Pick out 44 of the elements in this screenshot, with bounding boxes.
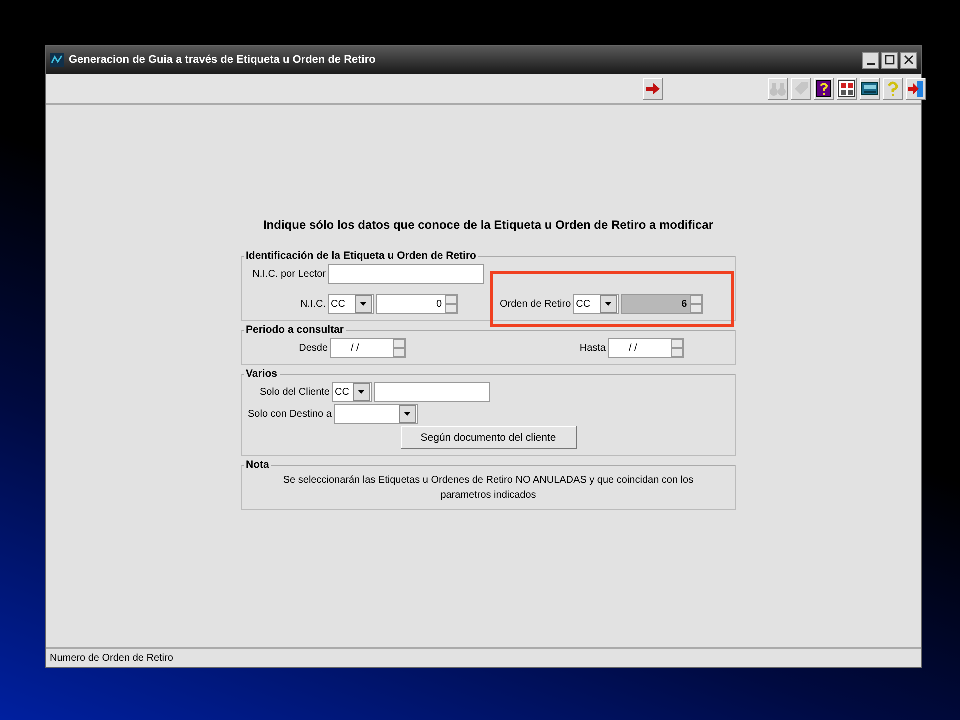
caret-icon — [404, 412, 411, 416]
number-spinner[interactable]: 0 — [376, 294, 458, 314]
maximize-button[interactable] — [881, 52, 898, 68]
field-label: Hasta — [580, 342, 606, 354]
exit-door-icon — [907, 80, 925, 98]
field-label: Solo con Destino a — [248, 408, 332, 420]
input-field[interactable] — [328, 264, 484, 284]
close-button[interactable] — [900, 52, 917, 68]
group-legend: Nota — [244, 459, 272, 471]
group-legend: Periodo a consultar — [244, 324, 346, 336]
client-document-button[interactable]: Según documento del cliente — [400, 426, 576, 449]
caret-icon — [360, 302, 367, 306]
date-spinner[interactable]: / / — [330, 338, 406, 358]
input-field[interactable] — [374, 382, 490, 402]
group-legend: Varios — [244, 368, 280, 380]
date-spinner[interactable]: / / — [608, 338, 684, 358]
field-label: N.I.C. por Lector — [252, 268, 326, 280]
group-legend: Identificación de la Etiqueta u Orden de Retiro — [244, 250, 478, 262]
grid-button[interactable] — [837, 78, 857, 100]
app-icon — [50, 53, 64, 67]
field-label: N.I.C. — [299, 298, 326, 310]
minimize-button[interactable] — [862, 52, 879, 68]
exit-button[interactable] — [906, 78, 926, 100]
caret-icon — [605, 302, 612, 306]
window-title: Generacion de Guia a través de Etiqueta u Orden de Retiro — [69, 54, 376, 66]
dropdown[interactable]: CC — [328, 294, 374, 314]
close-icon — [904, 55, 914, 65]
field-label: Solo del Cliente — [258, 386, 330, 398]
next-button[interactable] — [643, 78, 663, 100]
calculator-button[interactable] — [860, 78, 880, 100]
status-text: Numero de Orden de Retiro — [50, 652, 174, 664]
help-icon — [815, 80, 833, 98]
form-heading: Indique sólo los datos que conoce de la Etiqueta u Orden de Retiro a modificar — [262, 218, 715, 232]
note-text: Se seleccionarán las Etiquetas u Ordenes de Retiro NO ANULADAS y que coincidan con los parametros indicados — [282, 474, 695, 503]
grid-icon — [838, 80, 856, 98]
calculator-icon — [861, 80, 879, 98]
dropdown[interactable]: CC — [332, 382, 372, 402]
field-label: Desde — [298, 342, 328, 354]
help-box-button[interactable] — [814, 78, 834, 100]
minimize-icon — [866, 62, 874, 64]
field-label: Orden de Retiro — [500, 298, 572, 310]
dropdown[interactable] — [334, 404, 418, 424]
caret-icon — [358, 390, 365, 394]
maximize-icon — [884, 55, 894, 65]
